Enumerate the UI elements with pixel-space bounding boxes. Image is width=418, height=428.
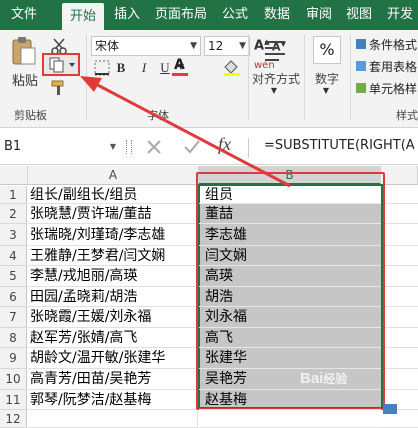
annotation-arrow (80, 76, 291, 188)
watermark: Bai经验 (300, 370, 348, 387)
paste-options-icon[interactable] (383, 404, 397, 414)
